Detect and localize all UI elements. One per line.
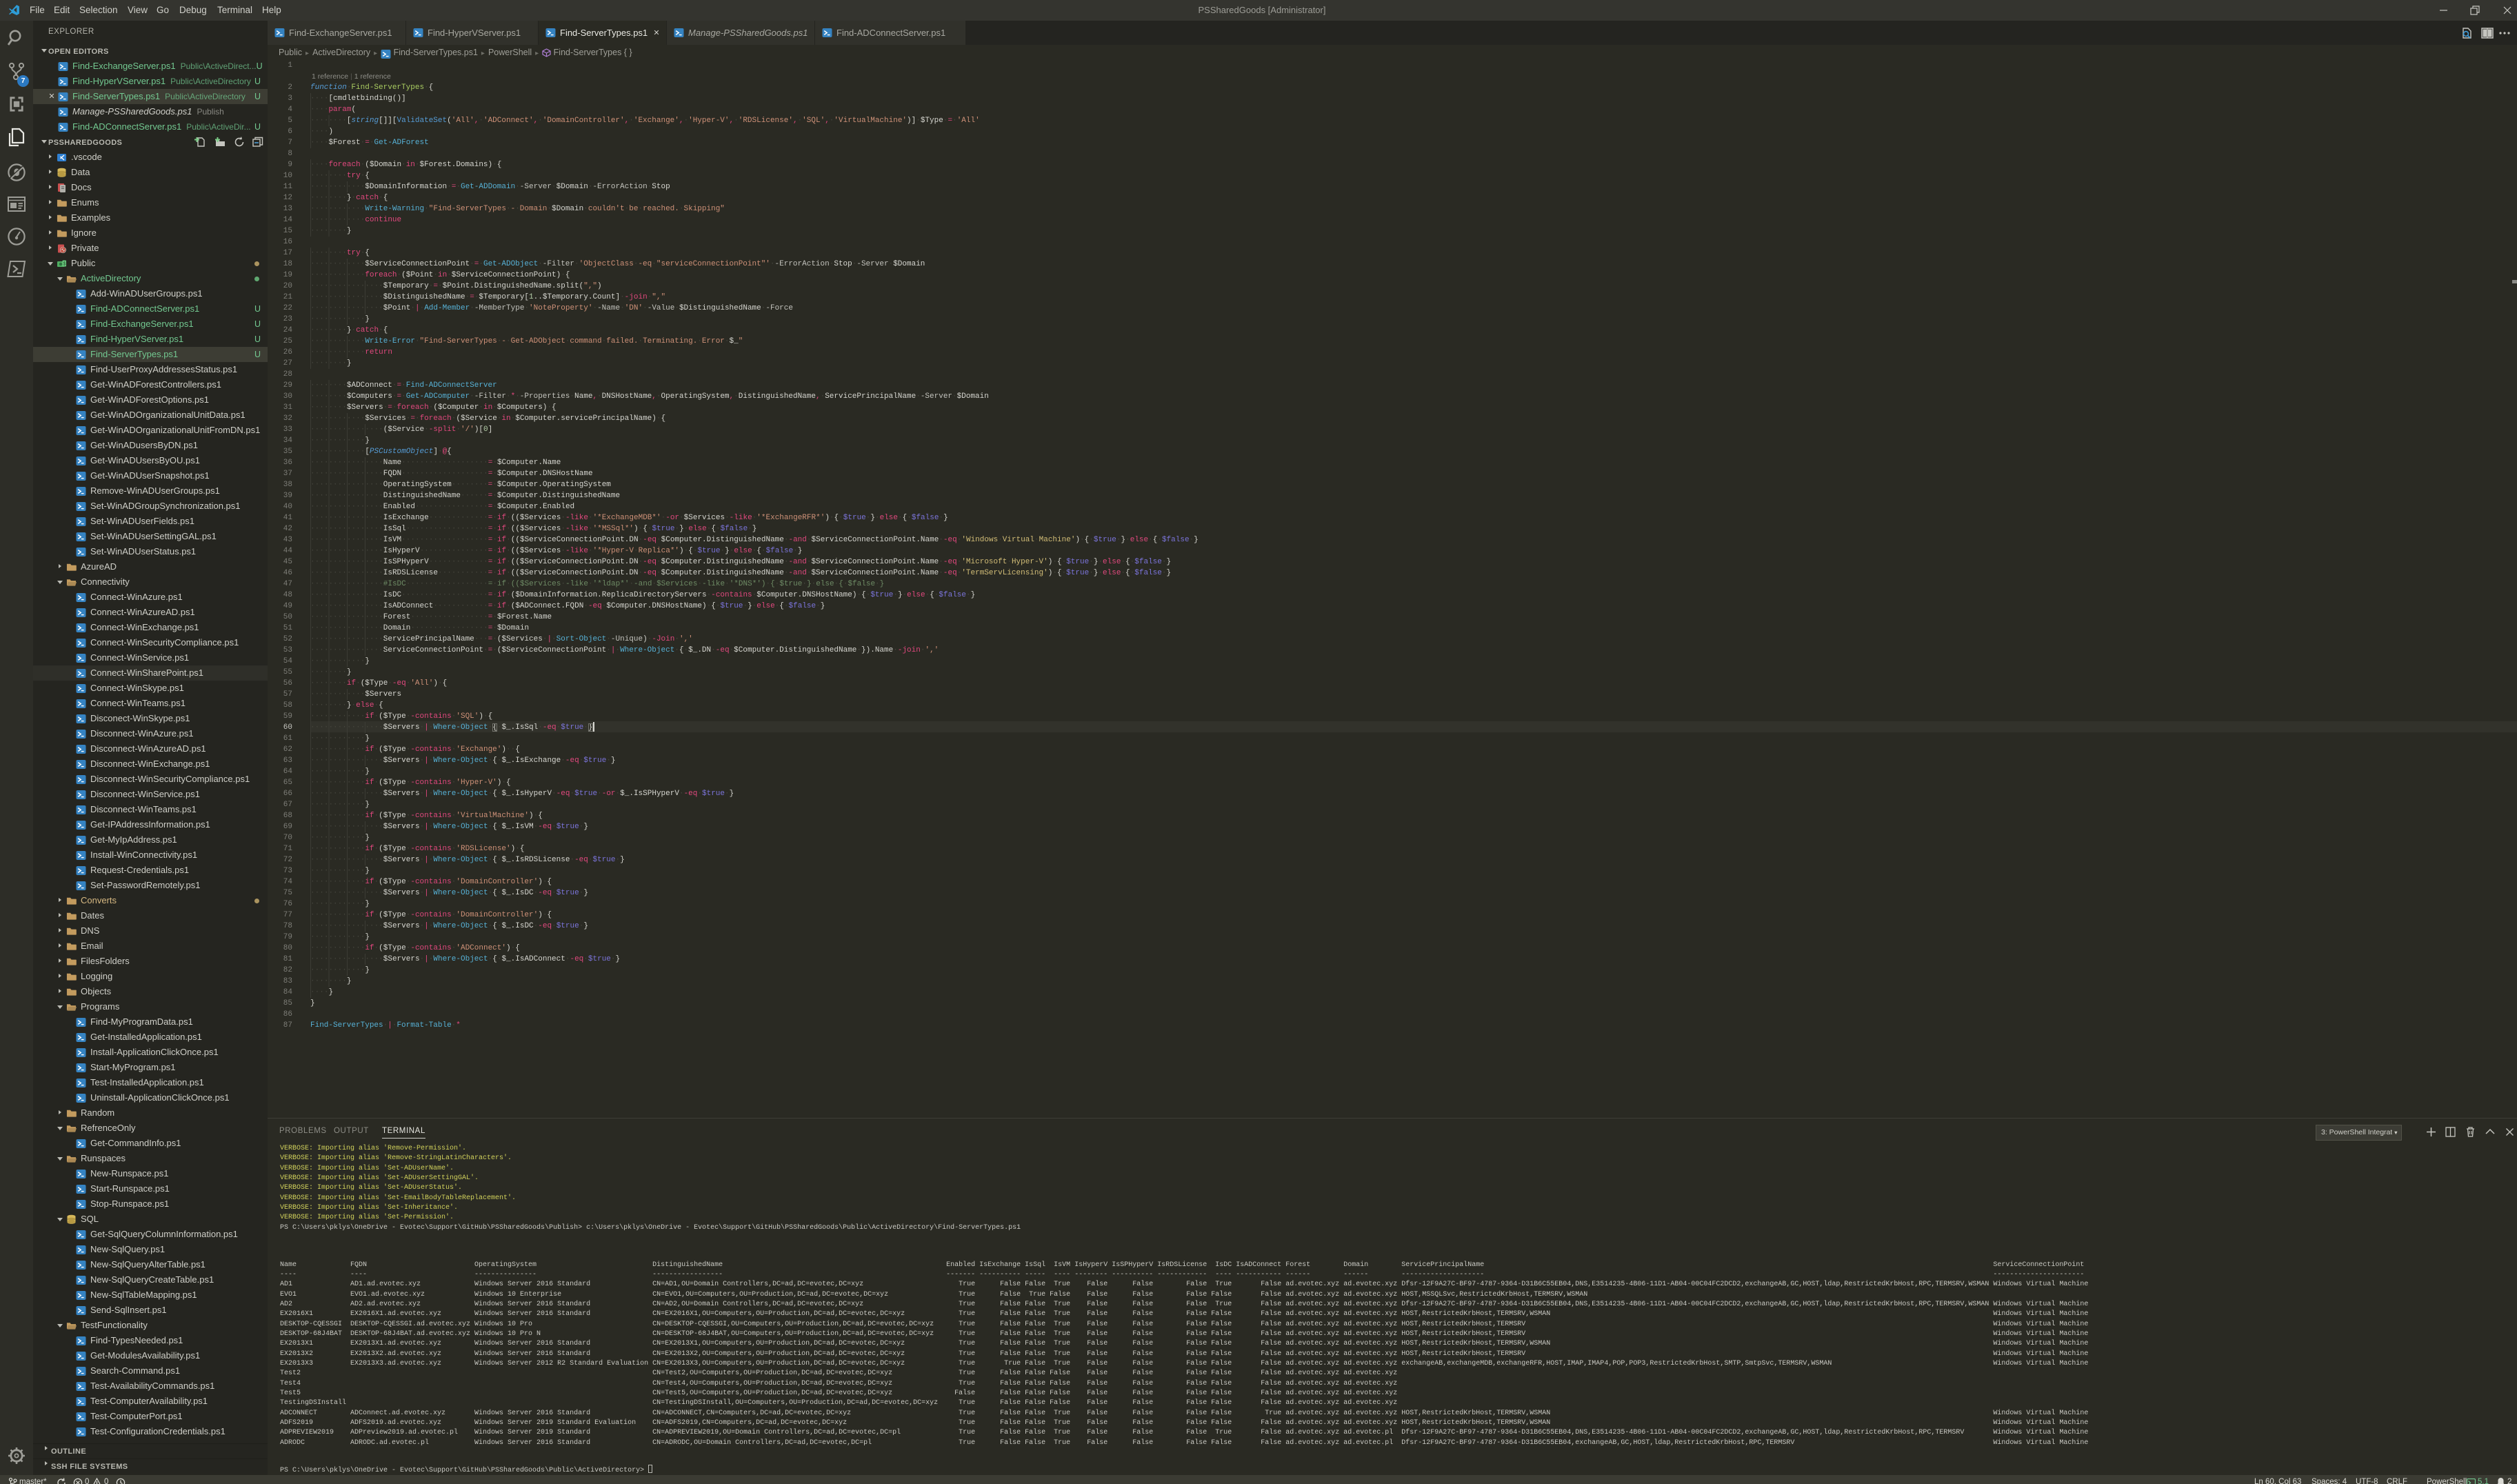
- svg-text:$: $: [63, 261, 66, 266]
